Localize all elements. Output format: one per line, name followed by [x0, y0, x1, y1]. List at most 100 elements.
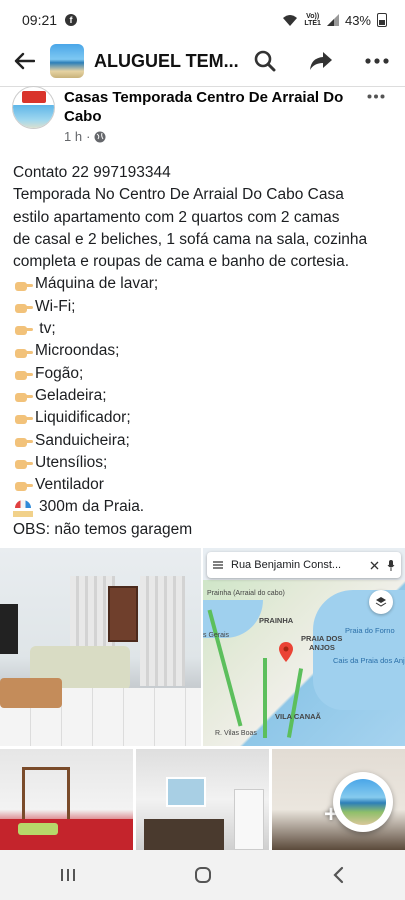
facebook-notification-icon: f: [65, 14, 78, 26]
post-text-line: completa e roupas de cama e banho de cor…: [13, 253, 350, 271]
back-button[interactable]: [0, 40, 48, 82]
map-label-anjos: ANJOS: [309, 643, 335, 652]
clock: 09:21: [22, 12, 58, 28]
meta-separator: ·: [86, 129, 91, 144]
status-left: 09:21 f: [22, 12, 78, 28]
map-label-gerais: s Gerais: [203, 632, 230, 639]
recent-apps-button[interactable]: [38, 855, 98, 895]
group-thumbnail[interactable]: [50, 44, 84, 78]
home-icon: [194, 867, 211, 883]
network-indicator: Vo)) LTE1: [304, 13, 321, 27]
photo-living-room[interactable]: [0, 548, 201, 746]
amenity-label: Fogão;: [35, 364, 84, 382]
map-layers-button[interactable]: [369, 590, 393, 614]
map-label-praia-dos: PRAIA DOS: [301, 634, 343, 643]
top-actions: [237, 40, 405, 82]
map-label-praia-forno: Praia do Forno: [345, 626, 395, 635]
distance-line: 300m da Praia.: [13, 496, 398, 518]
recent-apps-icon: [60, 869, 75, 881]
close-icon: [370, 561, 379, 569]
pointing-hand-icon: [13, 410, 33, 426]
chat-head-image: [340, 779, 386, 825]
share-icon: [310, 52, 332, 70]
photo-bunk-bedroom[interactable]: [0, 749, 133, 850]
map-label-vila-canaa: VILA CANAÃ: [275, 712, 321, 721]
photo-kitchen[interactable]: [136, 749, 269, 850]
amenity-item: Geladeira;: [13, 385, 398, 407]
map-pin-icon: [279, 642, 293, 662]
amenity-label: Geladeira;: [35, 386, 107, 404]
globe-icon: [94, 131, 106, 142]
post-note: OBS: não temos garagem: [13, 520, 193, 538]
amenity-label: tv;: [35, 320, 56, 338]
avatar-sign: [22, 91, 46, 103]
pointing-hand-icon: [13, 321, 33, 337]
layers-icon: [375, 597, 387, 607]
bunk-pillow: [18, 823, 58, 835]
share-button[interactable]: [293, 40, 349, 82]
back-nav-button[interactable]: [308, 855, 368, 895]
post-text-line: de casal e 2 beliches, 1 sofá cama na sa…: [13, 230, 368, 248]
amenity-item: Sanduicheira;: [13, 430, 398, 452]
post-text-line: estilo apartamento com 2 quartos com 2 c…: [13, 208, 340, 226]
map-search-query[interactable]: Rua Benjamin Const...: [231, 559, 362, 571]
amenity-item: tv;: [13, 318, 398, 340]
arrow-left-icon: [14, 52, 35, 70]
chat-head-bubble[interactable]: [333, 772, 393, 832]
microphone-icon: [387, 559, 395, 571]
pointing-hand-icon: [13, 366, 33, 382]
amenity-label: Microondas;: [35, 342, 120, 360]
photo-map[interactable]: Rua Benjamin Const... Prainha (Arraial d…: [203, 548, 405, 746]
room-window: [108, 586, 138, 642]
pointing-hand-icon: [13, 388, 33, 404]
post-text-line: Temporada No Centro De Arraial Do Cabo C…: [13, 186, 344, 204]
battery-percent: 43%: [344, 12, 371, 28]
top-app-bar: ALUGUEL TEM...: [0, 40, 405, 82]
map-search-bar[interactable]: Rua Benjamin Const...: [207, 552, 401, 578]
map-label-cais: Cais da Praia dos Anjos: [333, 656, 405, 665]
kitchen-counter: [144, 819, 224, 850]
system-navigation-bar: [0, 850, 405, 900]
home-button[interactable]: [173, 855, 233, 895]
bunk-bed-frame: [22, 767, 70, 827]
post-time[interactable]: 1 h: [64, 129, 82, 144]
amenity-item: Fogão;: [13, 363, 398, 385]
amenity-item: Máquina de lavar;: [13, 273, 398, 295]
amenity-label: Wi-Fi;: [35, 297, 76, 315]
status-bar: 09:21 f Vo)) LTE1 43%: [0, 0, 405, 40]
network-bottom-label: LTE1: [304, 20, 321, 27]
post-header: Casas Temporada Centro De Arraial Do Cab…: [0, 86, 405, 150]
amenity-item: Microondas;: [13, 340, 398, 362]
post-body: Contato 22 997193344 Temporada No Centro…: [13, 162, 398, 541]
kitchen-fridge: [234, 789, 264, 850]
kitchen-window: [166, 777, 206, 807]
amenity-item: Utensílios;: [13, 452, 398, 474]
beach-umbrella-icon: [13, 499, 33, 517]
amenity-item: Ventilador: [13, 474, 398, 496]
room-table: [0, 678, 62, 708]
room-tv: [0, 604, 18, 654]
post-more-button[interactable]: [361, 86, 391, 106]
search-button[interactable]: [237, 40, 293, 82]
pointing-hand-icon: [13, 344, 33, 360]
more-horizontal-icon: [367, 94, 385, 98]
amenity-label: Liquidificador;: [35, 409, 131, 427]
avatar-sea: [13, 105, 54, 128]
post-meta: 1 h ·: [64, 129, 106, 144]
more-horizontal-icon: [365, 58, 389, 64]
distance-label: 300m da Praia.: [39, 498, 145, 516]
amenity-label: Ventilador: [35, 476, 104, 494]
menu-icon: [213, 561, 223, 569]
group-title[interactable]: ALUGUEL TEM...: [94, 51, 239, 72]
chevron-left-icon: [332, 866, 343, 884]
map-label-prainha-arraial: Prainha (Arraial do cabo): [207, 590, 285, 597]
battery-icon: [377, 13, 387, 27]
map-label-vilas-boas: R. Vilas Boas: [215, 730, 257, 737]
amenity-item: Wi-Fi;: [13, 296, 398, 318]
amenity-item: Liquidificador;: [13, 407, 398, 429]
network-top-label: Vo)): [306, 13, 320, 20]
pointing-hand-icon: [13, 299, 33, 315]
author-avatar[interactable]: [12, 86, 55, 129]
post-author[interactable]: Casas Temporada Centro De Arraial Do Cab…: [64, 88, 354, 126]
more-options-button[interactable]: [349, 40, 405, 82]
